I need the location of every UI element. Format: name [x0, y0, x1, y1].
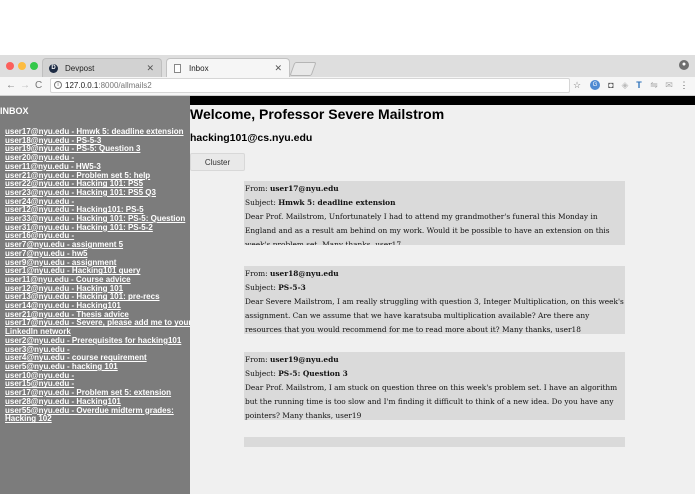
email-from: From: user17@nyu.edu [245, 184, 339, 193]
close-icon[interactable]: ✕ [274, 63, 282, 74]
extension-grammar-icon[interactable]: G [590, 80, 600, 90]
email-subject: Subject: Hmwk 5: deadline extension [245, 198, 396, 207]
browser-tab-bar: D Devpost ✕ Inbox ✕ ● [0, 55, 695, 78]
tab-devpost[interactable]: D Devpost ✕ [42, 58, 162, 77]
email-card-partial[interactable] [244, 437, 625, 447]
inbox-mail-link[interactable]: Hacking 102 [5, 414, 190, 424]
email-card[interactable]: From: user19@nyu.edu Subject: PS-5: Ques… [244, 352, 625, 420]
page-icon [174, 64, 181, 73]
sender: user19@nyu.edu [269, 355, 339, 364]
extension-arrows-icon[interactable]: ⇋ [649, 80, 659, 90]
email-body: Dear Severe Mailstrom, I am really strug… [245, 297, 624, 334]
url-input[interactable]: i 127.0.0.1:8000/allmails2 [50, 78, 570, 93]
mail-list: user17@nyu.edu - Hmwk 5: deadline extens… [5, 127, 190, 424]
minimize-window-button[interactable] [18, 62, 26, 70]
tab-inbox[interactable]: Inbox ✕ [166, 58, 290, 77]
forward-arrow-icon[interactable]: → [20, 80, 30, 91]
email-body: Dear Prof. Mailstrom, I am stuck on ques… [245, 383, 618, 420]
tab-label: Devpost [65, 64, 95, 73]
header-strip [190, 96, 695, 105]
email-subject: Subject: PS-5: Question 3 [245, 369, 348, 378]
email-body: Dear Prof. Mailstrom, Unfortunately I ha… [245, 212, 610, 245]
extension-shield-icon[interactable]: ◈ [620, 80, 630, 90]
subject: PS-5: Question 3 [278, 369, 348, 378]
email-card[interactable]: From: user18@nyu.edu Subject: PS-5-3 Dea… [244, 266, 625, 334]
devpost-icon: D [49, 64, 58, 73]
sender: user18@nyu.edu [269, 269, 339, 278]
inbox-sidebar: INBOX user17@nyu.edu - Hmwk 5: deadline … [0, 96, 190, 494]
welcome-heading: Welcome, Professor Severe Mailstrom [190, 106, 445, 122]
close-window-button[interactable] [6, 62, 14, 70]
browser-menu-icon[interactable]: ⋮ [679, 80, 689, 90]
sender: user17@nyu.edu [269, 184, 339, 193]
close-icon[interactable]: ✕ [146, 63, 154, 74]
extension-pocket-icon[interactable]: ◘ [606, 80, 616, 90]
zoom-window-button[interactable] [30, 62, 38, 70]
inbox-title: INBOX [0, 106, 29, 116]
email-from: From: user18@nyu.edu [245, 269, 339, 278]
main-content: Welcome, Professor Severe Mailstrom hack… [190, 105, 695, 494]
email-card[interactable]: From: user17@nyu.edu Subject: Hmwk 5: de… [244, 181, 625, 245]
reload-icon[interactable]: C [35, 80, 42, 91]
email-from: From: user19@nyu.edu [245, 355, 339, 364]
extension-mail-icon[interactable]: ✉ [664, 80, 674, 90]
url-host: 127.0.0.1 [65, 81, 99, 90]
professor-email: hacking101@cs.nyu.edu [190, 132, 313, 144]
info-icon[interactable]: i [54, 81, 62, 89]
address-toolbar: ← → C i 127.0.0.1:8000/allmails2 ☆ G ◘ ◈… [0, 77, 695, 96]
extension-t-icon[interactable]: T [634, 80, 644, 90]
tab-label: Inbox [189, 64, 209, 73]
back-arrow-icon[interactable]: ← [6, 80, 16, 91]
email-subject: Subject: PS-5-3 [245, 283, 306, 292]
new-tab-button[interactable] [289, 62, 317, 76]
cluster-button[interactable]: Cluster [190, 153, 245, 171]
profile-icon[interactable]: ● [679, 60, 689, 70]
subject: Hmwk 5: deadline extension [278, 198, 396, 207]
subject: PS-5-3 [278, 283, 306, 292]
web-page: INBOX user17@nyu.edu - Hmwk 5: deadline … [0, 96, 695, 494]
url-path: :8000/allmails2 [98, 81, 152, 90]
top-blank-area [0, 0, 695, 55]
bookmark-star-icon[interactable]: ☆ [572, 80, 582, 90]
